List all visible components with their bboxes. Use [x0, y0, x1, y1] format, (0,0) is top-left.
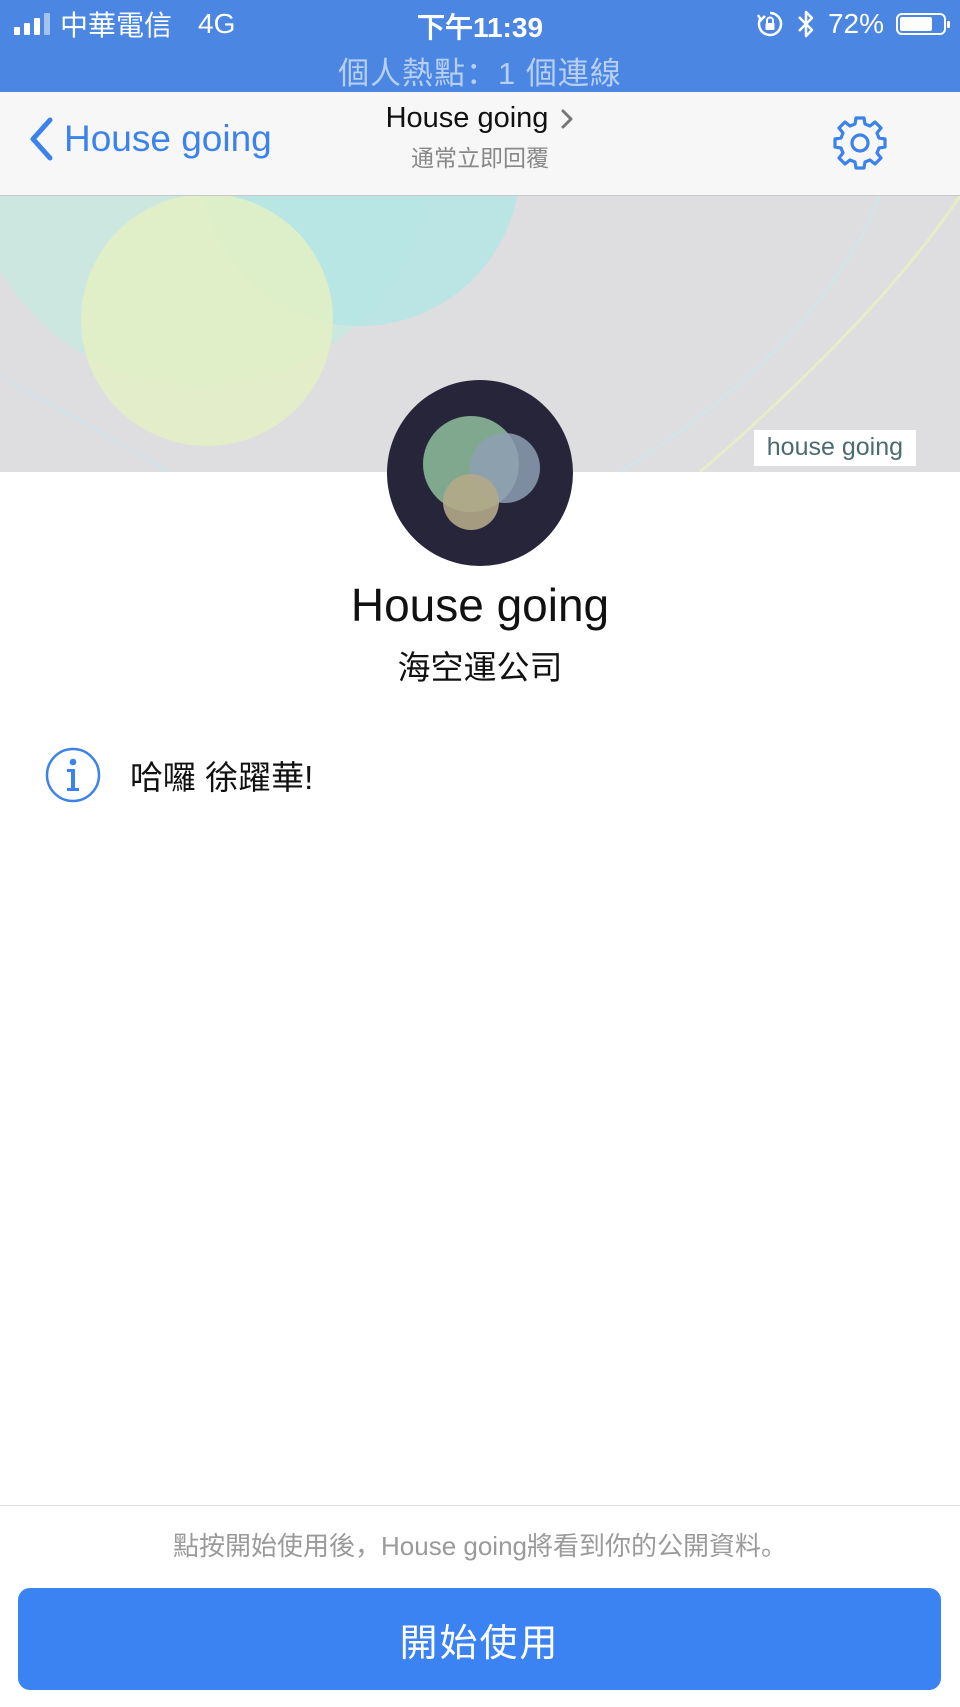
status-bar: 中華電信 4G 下午11:39 72% 個人熱點：1 個連線: [0, 0, 960, 92]
nav-title-area[interactable]: House going 通常立即回覆: [330, 102, 630, 173]
profile-name: House going: [350, 579, 610, 631]
profile-category: 海空運公司: [397, 649, 563, 686]
rotation-lock-icon: [756, 11, 783, 37]
status-right: 72%: [756, 6, 950, 42]
info-icon: [45, 747, 101, 803]
info-greeting-row: 哈囉 徐躍華!: [44, 746, 313, 804]
nav-title-row: House going: [386, 102, 575, 135]
footer-divider: [0, 1505, 960, 1506]
get-started-button[interactable]: 開始使用: [18, 1588, 941, 1690]
profile-avatar[interactable]: [387, 380, 573, 566]
bluetooth-icon: [798, 10, 814, 38]
chevron-right-icon: [561, 109, 573, 128]
cover-label: house going: [753, 430, 916, 466]
nav-subtitle: 通常立即回覆: [411, 145, 549, 171]
nav-title: House going: [385, 102, 549, 134]
battery-icon: [896, 13, 950, 35]
navigation-bar: House going House going 通常立即回覆: [0, 92, 960, 196]
back-button[interactable]: House going: [28, 116, 272, 162]
privacy-disclaimer: 點按開始使用後，House going將看到你的公開資料。: [173, 1531, 787, 1561]
avatar-logo: [423, 416, 540, 530]
greeting-text: 哈囉 徐躍華!: [130, 759, 314, 796]
hotspot-banner[interactable]: 個人熱點：1 個連線: [0, 48, 960, 93]
settings-gear-icon[interactable]: [832, 115, 888, 171]
chevron-left-icon: [30, 117, 53, 161]
back-label: House going: [64, 118, 272, 159]
battery-percent: 72%: [827, 8, 884, 39]
